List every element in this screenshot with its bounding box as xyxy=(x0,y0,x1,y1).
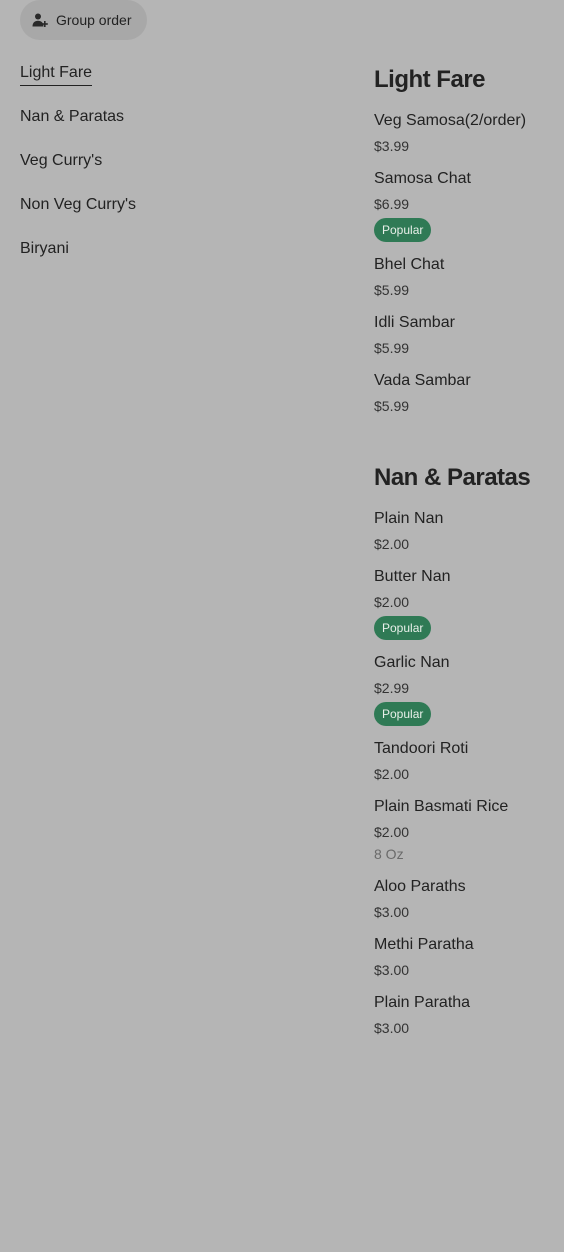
item-price: $6.99 xyxy=(374,196,410,212)
nav-item-light-fare[interactable]: Light Fare xyxy=(20,62,240,106)
menu-item-garlic-nan[interactable]: Garlic Nan $2.99 Popular xyxy=(374,652,560,726)
add-person-icon xyxy=(32,12,48,28)
nav-item-label: Light Fare xyxy=(20,62,93,86)
group-order-button[interactable]: Group order xyxy=(20,0,148,40)
item-price: $2.99 xyxy=(374,680,410,696)
item-price: $2.00 xyxy=(374,766,410,782)
menu-list: Light Fare Veg Samosa(2/order) $3.99 Samosa… xyxy=(374,62,560,1038)
nav-item-nan-paratas[interactable]: Nan & Paratas xyxy=(20,106,240,150)
item-name: Butter Nan xyxy=(374,568,451,585)
menu-item-butter-nan[interactable]: Butter Nan $2.00 Popular xyxy=(374,566,560,640)
item-name: Plain Paratha xyxy=(374,994,471,1011)
item-name: Aloo Paraths xyxy=(374,878,466,895)
item-price: $5.99 xyxy=(374,340,410,356)
nav-item-label: Nan & Paratas xyxy=(20,108,125,125)
menu-item-tandoori-roti[interactable]: Tandoori Roti $2.00 xyxy=(374,738,560,784)
menu-item-methi-paratha[interactable]: Methi Paratha $3.00 xyxy=(374,934,560,980)
item-price: $3.00 xyxy=(374,962,410,978)
nav-item-label: Biryani xyxy=(20,240,69,257)
item-price: $5.99 xyxy=(374,398,410,414)
item-name: Plain Nan xyxy=(374,510,444,527)
group-order-label: Group order xyxy=(56,12,132,28)
menu-section-nan-paratas: Nan & Paratas Plain Nan $2.00 Butter Nan $2.… xyxy=(374,460,560,1038)
item-note: 8 Oz xyxy=(374,846,404,862)
item-name: Tandoori Roti xyxy=(374,740,469,757)
item-name: Methi Paratha xyxy=(374,936,474,953)
item-name: Samosa Chat xyxy=(374,170,471,187)
menu-item-bhel-chat[interactable]: Bhel Chat $5.99 xyxy=(374,254,560,300)
item-price: $5.99 xyxy=(374,282,410,298)
popular-badge: Popular xyxy=(374,702,432,726)
nav-item-label: Non Veg Curry's xyxy=(20,196,136,213)
nav-item-label: Veg Curry's xyxy=(20,152,103,169)
nav-item-veg-curry-s[interactable]: Veg Curry's xyxy=(20,150,240,194)
item-name: Veg Samosa(2/order) xyxy=(374,112,527,129)
item-price: $2.00 xyxy=(374,594,410,610)
item-price: $2.00 xyxy=(374,536,410,552)
item-name: Idli Sambar xyxy=(374,314,455,331)
menu-section-light-fare: Light Fare Veg Samosa(2/order) $3.99 Samosa… xyxy=(374,62,560,416)
nav-item-non-veg-curry-s[interactable]: Non Veg Curry's xyxy=(20,194,240,238)
popular-badge: Popular xyxy=(374,218,432,242)
item-price: $3.00 xyxy=(374,1020,410,1036)
menu-item-plain-nan[interactable]: Plain Nan $2.00 xyxy=(374,508,560,554)
menu-item-vada-sambar[interactable]: Vada Sambar $5.99 xyxy=(374,370,560,416)
menu-item-aloo-paraths[interactable]: Aloo Paraths $3.00 xyxy=(374,876,560,922)
section-title: Nan & Paratas xyxy=(374,464,531,491)
nav-item-biryani[interactable]: Biryani xyxy=(20,238,240,282)
popular-badge: Popular xyxy=(374,616,432,640)
menu-item-plain-basmati-rice[interactable]: Plain Basmati Rice $2.00 8 Oz xyxy=(374,796,560,864)
item-name: Garlic Nan xyxy=(374,654,450,671)
item-price: $3.00 xyxy=(374,904,410,920)
section-title: Light Fare xyxy=(374,66,486,93)
menu-item-plain-paratha[interactable]: Plain Paratha $3.00 xyxy=(374,992,560,1038)
item-price: $2.00 xyxy=(374,824,410,840)
menu-item-veg-samosa-2-order[interactable]: Veg Samosa(2/order) $3.99 xyxy=(374,110,560,156)
menu-item-samosa-chat[interactable]: Samosa Chat $6.99 Popular xyxy=(374,168,560,242)
category-nav: Light Fare Nan & Paratas Veg Curry's Non Ve… xyxy=(20,62,240,282)
item-name: Vada Sambar xyxy=(374,372,471,389)
item-price: $3.99 xyxy=(374,138,410,154)
item-name: Plain Basmati Rice xyxy=(374,798,509,815)
menu-item-idli-sambar[interactable]: Idli Sambar $5.99 xyxy=(374,312,560,358)
item-name: Bhel Chat xyxy=(374,256,445,273)
